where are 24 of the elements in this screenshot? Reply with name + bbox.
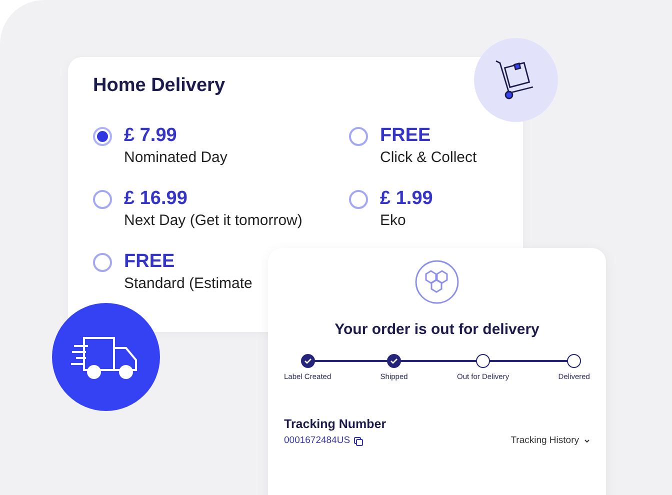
option-price: £ 16.99 xyxy=(124,188,188,210)
option-label: Next Day (Get it tomorrow) xyxy=(124,211,302,231)
option-label: Standard (Estimate xyxy=(124,274,252,294)
option-price: FREE xyxy=(124,251,176,273)
tracking-label: Tracking Number xyxy=(284,417,388,432)
copy-icon[interactable] xyxy=(354,436,364,446)
option-label: Click & Collect xyxy=(380,148,477,168)
tracking-number: 0001672484US xyxy=(284,434,350,448)
radio-button[interactable] xyxy=(349,127,368,146)
check-icon xyxy=(304,357,312,365)
option-price: £ 1.99 xyxy=(380,188,433,210)
status-heading: Your order is out for delivery xyxy=(334,320,540,340)
check-icon xyxy=(390,357,398,365)
radio-button[interactable] xyxy=(93,253,112,272)
option-price: £ 7.99 xyxy=(124,125,178,147)
option-label: Nominated Day xyxy=(124,148,228,168)
tracking-history-dropdown[interactable]: Tracking History xyxy=(510,434,590,448)
chevron-down-icon xyxy=(584,439,590,444)
card-title: Home Delivery xyxy=(93,74,226,98)
option-label: Eko xyxy=(380,211,407,231)
radio-button[interactable] xyxy=(349,190,368,209)
radio-button[interactable] xyxy=(93,127,112,146)
option-price: FREE xyxy=(380,125,432,147)
radio-button[interactable] xyxy=(93,190,112,209)
